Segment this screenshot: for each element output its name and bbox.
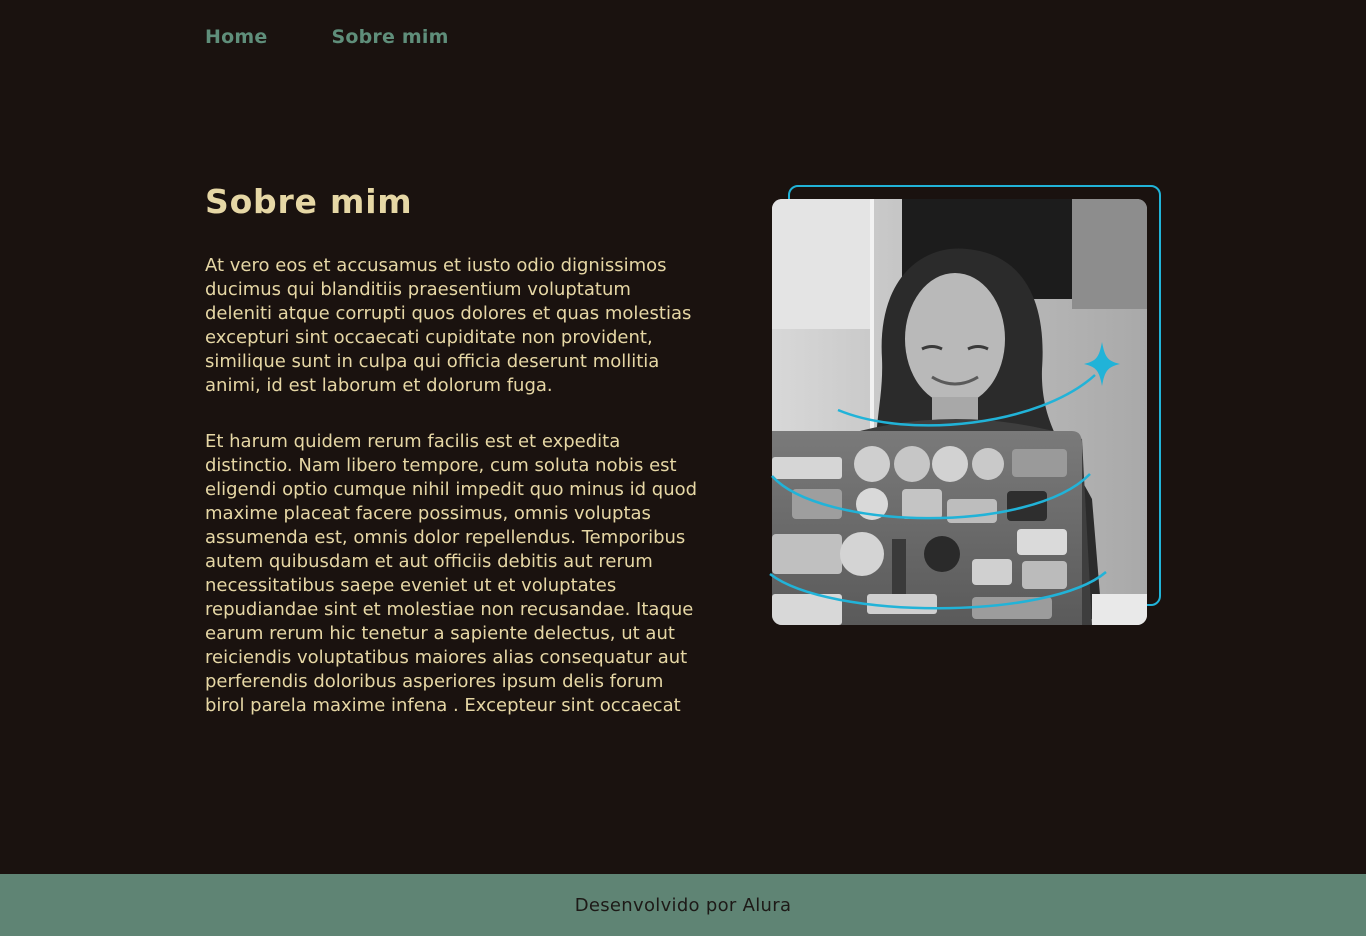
- page-title: Sobre mim: [205, 182, 413, 221]
- about-paragraph-2: Et harum quidem rerum facilis est et exp…: [205, 431, 698, 716]
- about-paragraph-1: At vero eos et accusamus et iusto odio d…: [205, 255, 692, 396]
- page: Home Sobre mim Sobre mim At vero eos et …: [0, 0, 1366, 936]
- top-nav: Home Sobre mim: [205, 26, 449, 48]
- footer: Desenvolvido por Alura: [0, 874, 1366, 936]
- nav-link-sobre-mim[interactable]: Sobre mim: [331, 26, 448, 48]
- footer-text: Desenvolvido por Alura: [574, 894, 792, 916]
- about-text: At vero eos et accusamus et iusto odio d…: [205, 254, 700, 718]
- nav-link-home[interactable]: Home: [205, 26, 267, 48]
- profile-photo: [772, 199, 1147, 625]
